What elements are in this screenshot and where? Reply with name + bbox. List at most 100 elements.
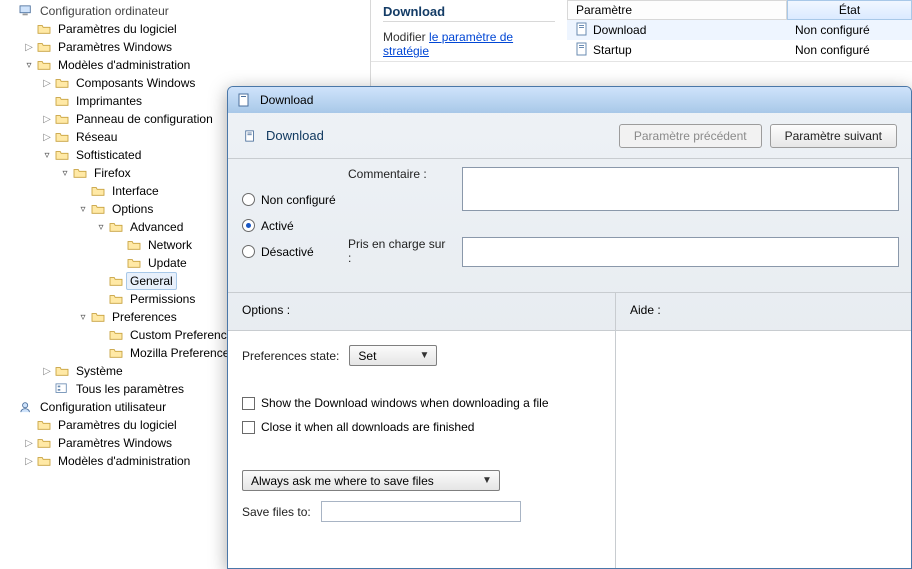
folder-icon	[54, 130, 70, 144]
tree-label: Imprimantes	[72, 92, 146, 110]
expand-toggle-icon[interactable]	[22, 454, 36, 468]
folder-icon	[108, 328, 124, 342]
expand-toggle-icon[interactable]	[22, 40, 36, 54]
tree-node[interactable]: Modèles d'administration	[22, 56, 366, 74]
radio-label: Activé	[261, 219, 294, 233]
folder-icon	[90, 310, 106, 324]
tree-label: Réseau	[72, 128, 121, 146]
radio-label: Non configuré	[261, 193, 336, 207]
collapse-toggle-icon[interactable]	[40, 148, 54, 162]
tree-label: Network	[144, 236, 196, 254]
tree-label: Softisticated	[72, 146, 145, 164]
row-state: Non configuré	[787, 40, 912, 60]
computer-icon	[18, 4, 34, 18]
folder-icon	[90, 202, 106, 216]
radio-not-configured[interactable]: Non configuré	[242, 193, 344, 207]
chevron-down-icon: ▼	[416, 350, 432, 361]
collapse-toggle-icon[interactable]	[22, 58, 36, 72]
expand-toggle-icon[interactable]	[40, 76, 54, 90]
expand-toggle-icon[interactable]	[40, 130, 54, 144]
folder-icon	[36, 454, 52, 468]
previous-setting-button[interactable]: Paramètre précédent	[619, 124, 762, 148]
supported-textarea[interactable]	[462, 237, 899, 267]
save-files-to-label: Save files to:	[242, 505, 311, 519]
checkbox-show-download-window[interactable]: Show the Download windows when downloadi…	[242, 396, 601, 410]
collapse-toggle-icon[interactable]	[58, 166, 72, 180]
settings-list-icon	[54, 382, 70, 396]
tree-label: Preferences	[108, 308, 181, 326]
modifier-label: Modifier	[383, 30, 426, 44]
settings-row-download[interactable]: Download Non configuré	[567, 20, 912, 40]
policy-icon	[575, 42, 589, 59]
folder-icon	[90, 184, 106, 198]
comment-textarea[interactable]	[462, 167, 899, 211]
row-state: Non configuré	[787, 20, 912, 40]
save-location-dropdown[interactable]: Always ask me where to save files ▼	[242, 470, 500, 491]
checkbox-close-when-finished[interactable]: Close it when all downloads are finished	[242, 420, 601, 434]
expand-toggle-icon[interactable]	[22, 436, 36, 450]
tree-label: Paramètres Windows	[54, 38, 176, 56]
folder-icon	[54, 76, 70, 90]
checkbox-icon	[242, 397, 255, 410]
tree-label: Mozilla Preferences	[126, 344, 239, 362]
tree-label: Firefox	[90, 164, 135, 182]
checkbox-label: Show the Download windows when downloadi…	[261, 396, 549, 410]
expand-toggle-icon[interactable]	[40, 112, 54, 126]
chevron-down-icon: ▼	[479, 475, 495, 486]
tree-label: Système	[72, 362, 127, 380]
tree-label: Permissions	[126, 290, 199, 308]
next-setting-button[interactable]: Paramètre suivant	[770, 124, 897, 148]
tree-label: Paramètres Windows	[54, 434, 176, 452]
folder-icon	[126, 238, 142, 252]
dialog-titlebar[interactable]: Download	[228, 87, 911, 113]
save-files-to-input[interactable]	[321, 501, 521, 522]
tree-label: Modèles d'administration	[54, 56, 194, 74]
tree-label: Update	[144, 254, 191, 272]
folder-icon	[108, 220, 124, 234]
tree-label: General	[126, 272, 177, 290]
options-header: Options :	[228, 293, 616, 330]
folder-icon	[54, 148, 70, 162]
user-icon	[18, 400, 34, 414]
settings-grid-header: Paramètre État	[567, 0, 912, 20]
preferences-state-dropdown[interactable]: Set ▼	[349, 345, 437, 366]
options-panel: Preferences state: Set ▼ Show the Downlo…	[228, 331, 616, 568]
folder-icon	[36, 58, 52, 72]
settings-row-startup[interactable]: Startup Non configuré	[567, 40, 912, 60]
radio-icon	[242, 219, 255, 232]
collapse-toggle-icon[interactable]	[76, 202, 90, 216]
radio-enabled[interactable]: Activé	[242, 219, 344, 233]
tree-label: Paramètres du logiciel	[54, 20, 181, 38]
tree-label: Tous les paramètres	[72, 380, 188, 398]
folder-icon	[108, 292, 124, 306]
folder-icon	[36, 436, 52, 450]
folder-icon	[36, 418, 52, 432]
tree-node-config-computer[interactable]: Configuration ordinateur	[4, 2, 366, 20]
dropdown-value: Set	[358, 349, 376, 363]
row-name: Startup	[593, 43, 632, 57]
collapse-toggle-icon[interactable]	[94, 220, 108, 234]
supported-label: Pris en charge sur :	[348, 237, 452, 265]
tree-label: Configuration utilisateur	[36, 398, 170, 416]
expand-toggle-icon[interactable]	[40, 364, 54, 378]
folder-icon	[36, 22, 52, 36]
folder-icon	[54, 94, 70, 108]
collapse-toggle-icon[interactable]	[76, 310, 90, 324]
column-header-parametre[interactable]: Paramètre	[567, 0, 787, 20]
checkbox-icon	[242, 421, 255, 434]
tree-node[interactable]: Paramètres Windows	[22, 38, 366, 56]
tree-node[interactable]: Paramètres du logiciel	[22, 20, 366, 38]
tree-label: Paramètres du logiciel	[54, 416, 181, 434]
folder-icon	[108, 346, 124, 360]
column-header-etat[interactable]: État	[787, 0, 912, 20]
radio-disabled[interactable]: Désactivé	[242, 245, 344, 259]
radio-icon	[242, 245, 255, 258]
policy-icon	[236, 93, 252, 107]
dropdown-value: Always ask me where to save files	[251, 474, 434, 488]
checkbox-label: Close it when all downloads are finished	[261, 420, 474, 434]
folder-icon	[54, 364, 70, 378]
dialog-heading: Download	[266, 128, 324, 143]
folder-icon	[72, 166, 88, 180]
folder-icon	[36, 40, 52, 54]
preferences-state-label: Preferences state:	[242, 349, 339, 363]
